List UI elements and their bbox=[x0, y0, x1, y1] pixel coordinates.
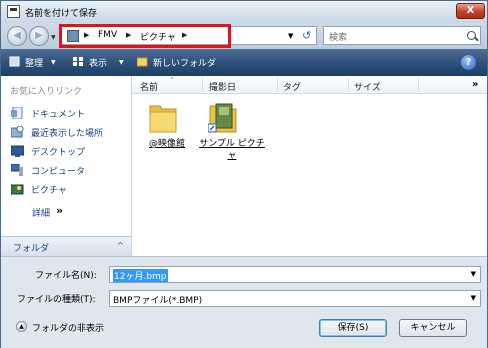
navigation-pane: お気に入りリンク ドキュメント 最近表示した場所 デスクトップ コンピュータ ピ… bbox=[1, 76, 132, 256]
organize-menu[interactable]: 整理 bbox=[25, 56, 43, 69]
more-columns-icon[interactable]: » bbox=[472, 79, 478, 90]
organize-dropdown-icon[interactable]: ▼ bbox=[51, 59, 56, 66]
desktop-icon bbox=[11, 145, 24, 157]
address-highlight-box bbox=[59, 24, 231, 48]
address-dropdown-icon[interactable]: ▼ bbox=[288, 32, 293, 40]
new-folder-button[interactable]: 新しいフォルダ bbox=[153, 56, 216, 69]
favorites-title: お気に入りリンク bbox=[10, 87, 83, 97]
help-icon[interactable]: ? bbox=[461, 55, 476, 70]
dialog-title: 名前を付けて保存 bbox=[25, 9, 98, 19]
save-as-dialog: 名前を付けて保存 X ◀ ▶ ▼ ▶ FMV ▶ ピクチャ ▶ ▼ ↺ 検索 整… bbox=[0, 0, 488, 348]
folders-label: フォルダ bbox=[13, 244, 50, 254]
back-arrow-icon: ◀ bbox=[13, 30, 21, 41]
forward-button[interactable]: ▶ bbox=[29, 26, 49, 46]
folders-toggle-bar[interactable]: フォルダ ^ bbox=[1, 236, 131, 256]
search-icon[interactable] bbox=[467, 31, 476, 40]
filetype-dropdown-icon[interactable]: ▼ bbox=[471, 294, 476, 302]
back-button[interactable]: ◀ bbox=[7, 26, 27, 46]
more-chevron-icon[interactable]: » bbox=[56, 204, 63, 217]
cancel-button[interactable]: キャンセル bbox=[399, 319, 467, 337]
filename-label: ファイル名(N): bbox=[35, 271, 97, 281]
column-size[interactable]: サイズ bbox=[354, 80, 381, 93]
toolbar: 整理 ▼ 表示 ▼ 新しいフォルダ ? bbox=[1, 49, 487, 76]
title-bar: 名前を付けて保存 X bbox=[1, 1, 487, 23]
folder-item[interactable]: サンプル ピクチャ bbox=[196, 98, 266, 168]
views-dropdown-icon[interactable]: ▼ bbox=[119, 59, 124, 66]
views-menu[interactable]: 表示 bbox=[89, 56, 107, 69]
new-folder-icon bbox=[137, 57, 148, 67]
recent-pages-dropdown[interactable]: ▼ bbox=[51, 34, 56, 41]
sidebar-item-label: ドキュメント bbox=[31, 110, 86, 120]
search-placeholder: 検索 bbox=[329, 33, 348, 43]
chevron-up-icon: ▲ bbox=[16, 321, 27, 332]
file-list-pane: 名前 ⌃ 撮影日 タグ サイズ » @映像館 サンプル ピクチャ bbox=[132, 76, 487, 256]
sidebar-item-label: 最近表示した場所 bbox=[31, 129, 104, 139]
sidebar-item-computer[interactable]: コンピュータ bbox=[11, 163, 129, 179]
sidebar-item-label: コンピュータ bbox=[31, 167, 86, 177]
folder-item[interactable]: @映像館 bbox=[136, 98, 196, 168]
filetype-value: BMPファイル(*.BMP) bbox=[113, 296, 203, 306]
column-divider[interactable] bbox=[202, 78, 203, 92]
column-name[interactable]: 名前 bbox=[140, 80, 158, 93]
column-header: 名前 ⌃ 撮影日 タグ サイズ » bbox=[132, 76, 487, 94]
hide-folders-label: フォルダの非表示 bbox=[32, 324, 105, 334]
views-icon bbox=[73, 57, 83, 66]
folder-name: @映像館 bbox=[148, 139, 185, 149]
sort-ascending-icon: ⌃ bbox=[169, 76, 175, 84]
folder-name: サンプル ピクチャ bbox=[199, 139, 265, 161]
filetype-select[interactable]: BMPファイル(*.BMP) ▼ bbox=[109, 290, 481, 307]
folder-icon bbox=[149, 105, 177, 133]
address-row: ◀ ▶ ▼ ▶ FMV ▶ ピクチャ ▶ ▼ ↺ 検索 bbox=[1, 23, 487, 49]
forward-arrow-icon: ▶ bbox=[35, 30, 43, 41]
sample-pictures-folder-icon bbox=[208, 103, 237, 133]
close-button[interactable]: X bbox=[456, 3, 485, 19]
column-divider[interactable] bbox=[418, 78, 419, 92]
column-divider[interactable] bbox=[277, 78, 278, 92]
recent-places-icon bbox=[11, 126, 24, 138]
sidebar-item-desktop[interactable]: デスクトップ bbox=[11, 144, 129, 160]
computer-icon bbox=[11, 164, 23, 176]
sidebar-item-label: デスクトップ bbox=[31, 148, 86, 158]
filename-value[interactable]: 12ヶ月.bmp bbox=[113, 269, 168, 282]
refresh-icon[interactable]: ↺ bbox=[302, 29, 311, 42]
column-tags[interactable]: タグ bbox=[283, 80, 301, 93]
search-input[interactable]: 検索 bbox=[323, 26, 481, 45]
sidebar-item-label: ピクチャ bbox=[31, 186, 67, 196]
column-divider[interactable] bbox=[348, 78, 349, 92]
more-links[interactable]: 詳細 bbox=[32, 206, 50, 219]
pictures-icon bbox=[11, 184, 24, 195]
organize-icon bbox=[9, 56, 20, 67]
column-date-taken[interactable]: 撮影日 bbox=[209, 80, 236, 93]
documents-icon bbox=[11, 107, 23, 119]
save-button[interactable]: 保存(S) bbox=[319, 319, 387, 337]
sidebar-item-pictures[interactable]: ピクチャ bbox=[11, 182, 129, 198]
filename-field[interactable]: 12ヶ月.bmp ▼ bbox=[109, 266, 481, 283]
save-form: ファイル名(N): 12ヶ月.bmp ▼ ファイルの種類(T): BMPファイル… bbox=[1, 256, 487, 348]
sidebar-item-recent-places[interactable]: 最近表示した場所 bbox=[11, 125, 129, 141]
filename-dropdown-icon[interactable]: ▼ bbox=[471, 270, 476, 278]
sidebar-item-documents[interactable]: ドキュメント bbox=[11, 106, 129, 122]
dialog-icon bbox=[7, 5, 20, 18]
filetype-label: ファイルの種類(T): bbox=[17, 295, 96, 305]
chevron-up-icon[interactable]: ^ bbox=[117, 241, 124, 250]
